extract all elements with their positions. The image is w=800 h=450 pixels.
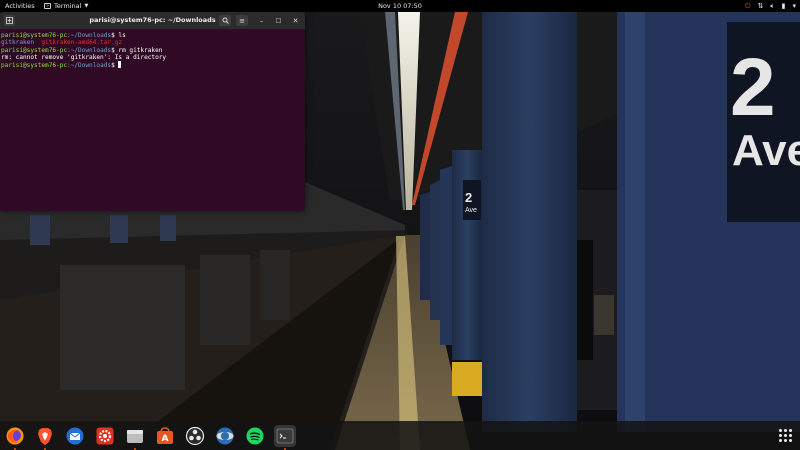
command-text: $ ls [111,32,126,39]
brave-launcher[interactable] [34,425,56,450]
prompt-user: parisi@system76-pc [1,62,68,70]
close-button[interactable]: ✕ [291,16,300,25]
prompt-path: :~/Downloads [67,32,112,39]
files-launcher[interactable] [124,425,146,450]
grid-dot [784,434,787,437]
svg-text:A: A [162,434,169,444]
terminal-line: parisi@system76-pc:~/Downloads$ [1,61,304,69]
volume-icon[interactable]: 🔈︎ [770,1,774,11]
terminal-line: parisi@system76-pc:~/Downloads$ ls [1,32,304,39]
grid-dot [784,429,787,432]
terminal-line: rm: cannot remove 'gitkraken': Is a dire… [1,54,304,61]
prompt-path: :~/Downloads [67,46,112,54]
terminal-launcher[interactable] [274,425,296,450]
brave-icon [38,428,52,445]
prompt-user: parisi@system76-pc [1,46,68,54]
big-sign-number: 2 [730,42,776,133]
firefox-icon [6,427,24,445]
prompt-user: parisi@system76-pc [1,32,68,39]
grid-dot [789,429,792,432]
dock: A [0,421,800,450]
terminal-output[interactable]: parisi@system76-pc:~/Downloads$ ls gitkr… [0,29,305,211]
mail-icon [66,427,84,445]
search-button[interactable] [219,15,231,26]
clock[interactable]: Nov 10 07:50 [0,2,800,10]
maximize-icon: □ [275,17,282,24]
network-icon[interactable]: ⇅ [758,1,764,11]
menu-button[interactable]: ≡ [236,15,248,26]
small-sign-text: Ave [465,207,477,214]
grid-dot [789,439,792,442]
maximize-button[interactable]: □ [274,16,283,25]
terminal-icon [276,428,294,444]
system-tray[interactable]: ⏻ ⇅ 🔈︎ ▮ ▾ [745,1,796,11]
obs-icon [185,426,205,446]
minimize-button[interactable]: – [257,16,266,25]
firefox-launcher[interactable] [4,425,26,450]
software-store-icon: A [157,427,173,444]
terminal-window[interactable]: parisi@system76-pc: ~/Downloads ≡ – □ ✕ … [0,12,305,211]
spotify-icon [246,427,264,445]
spotify-launcher[interactable] [244,425,266,447]
files-icon [127,430,143,443]
command-text: $ [111,62,119,70]
command-text: $ rm gitkraken [111,46,163,54]
terminal-line: gitkraken gitkraken-amd64.tar.gz [1,39,304,46]
search-icon [222,17,229,24]
obs-launcher[interactable] [184,425,206,447]
system-menu-icon[interactable]: ▾ [792,1,796,11]
settings-launcher[interactable] [94,425,116,447]
browser-globe-launcher[interactable] [214,425,236,447]
small-sign-number: 2 [465,190,472,205]
settings-gear-icon [96,427,114,445]
prompt-path: :~/Downloads [67,62,112,70]
globe-icon [216,427,234,445]
grid-dot [784,439,787,442]
text-cursor [118,61,122,69]
terminal-titlebar[interactable]: parisi@system76-pc: ~/Downloads ≡ – □ ✕ [0,12,305,29]
power-icon[interactable]: ⏻ [745,1,751,11]
archive-entry: gitkraken-amd64.tar.gz [41,39,123,47]
show-applications-button[interactable] [779,429,792,442]
mail-launcher[interactable] [64,425,86,447]
directory-entry: gitkraken [1,39,35,47]
grid-dot [779,434,782,437]
software-store-launcher[interactable]: A [154,425,176,447]
terminal-line: parisi@system76-pc:~/Downloads$ rm gitkr… [1,47,304,54]
close-icon: ✕ [292,16,299,25]
grid-dot [779,439,782,442]
minimize-icon: – [259,16,264,25]
grid-dot [779,429,782,432]
error-output: rm: cannot remove 'gitkraken': Is a dire… [1,53,167,61]
battery-icon[interactable]: ▮ [782,1,786,11]
big-sign-text: Ave [732,126,800,175]
grid-dot [789,434,792,437]
top-bar: Activities > Terminal ▼ Nov 10 07:50 ⏻ ⇅… [0,0,800,12]
hamburger-icon: ≡ [239,16,245,25]
